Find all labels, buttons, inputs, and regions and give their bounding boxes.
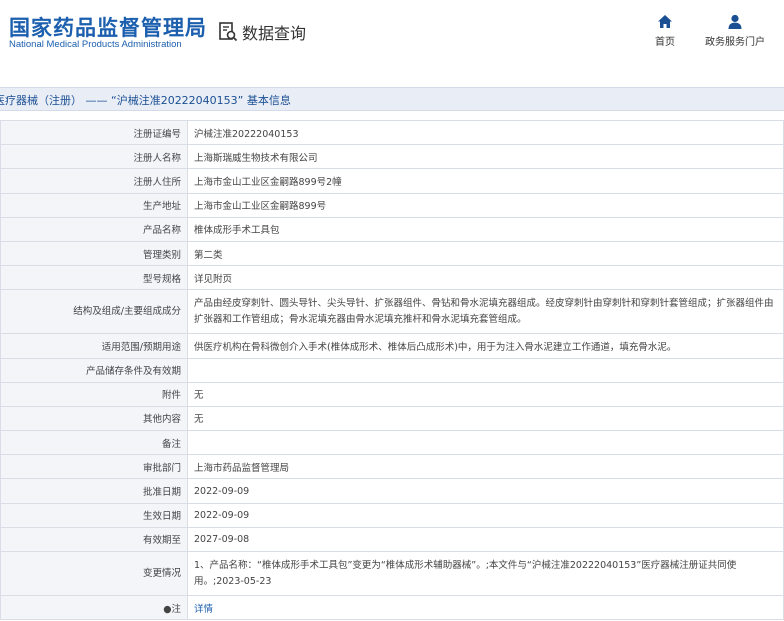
field-value: 第二类 — [187, 240, 784, 267]
field-value: 产品由经皮穿刺针、圆头导针、尖头导针、扩张器组件、骨钻和骨水泥填充器组成。经皮穿… — [187, 289, 784, 335]
field-value: 上海市药品监督管理局 — [187, 454, 784, 480]
field-value: 上海斯瑞威生物技术有限公司 — [187, 144, 784, 170]
table-row: 变更情况 1、产品名称：“椎体成形手术工具包”变更为“椎体成形术辅助器械”。;本文… — [0, 551, 784, 596]
field-label: 注册人住所 — [0, 168, 188, 194]
field-value: 2027-09-08 — [187, 526, 784, 553]
table-row: 注册人名称 上海斯瑞威生物技术有限公司 — [0, 144, 784, 170]
record-title-bar: 医疗器械（注册） —— “沪械注准20222040153” 基本信息 — [0, 87, 784, 111]
data-query-link[interactable]: 数据查询 — [218, 20, 306, 44]
table-row: 生效日期 2022-09-09 — [0, 502, 784, 528]
field-label: 批准日期 — [0, 478, 188, 504]
table-row: 附件无 — [0, 381, 784, 407]
field-label: 型号规格 — [0, 265, 188, 291]
field-label: 生效日期 — [0, 502, 188, 528]
nav-home-label: 首页 — [655, 37, 675, 48]
data-search-icon — [219, 22, 238, 42]
field-label: 附件 — [0, 381, 188, 407]
nav-gov-service-portal[interactable]: 政务服务门户 — [703, 14, 767, 48]
table-row: 型号规格 详见附页 — [0, 265, 784, 291]
table-row: 结构及组成/主要组成成分 产品由经皮穿刺针、圆头导针、尖头导针、扩张器组件、骨钻和… — [0, 289, 784, 335]
field-label: 适用范围/预期用途 — [0, 333, 188, 359]
nav-portal-label: 政务服务门户 — [705, 37, 765, 48]
table-row: 生产地址 上海市金山工业区金嗣路899号 — [0, 192, 784, 218]
field-value: 供医疗机构在骨科微创介入手术(椎体成形术、椎体后凸成形术)中，用于为注入骨水泥建… — [187, 333, 784, 359]
field-label: 审批部门 — [0, 454, 188, 480]
field-label: 产品储存条件及有效期 — [0, 357, 188, 383]
home-icon — [658, 15, 672, 28]
field-label: 生产地址 — [0, 192, 188, 218]
field-label: 注册人名称 — [0, 144, 188, 170]
data-query-label: 数据查询 — [242, 24, 307, 43]
table-row: 其他内容无 — [0, 405, 784, 432]
table-row: 审批部门 上海市药品监督管理局 — [0, 454, 784, 480]
table-row: 管理类别 第二类 — [0, 240, 784, 267]
field-value: 无 — [187, 381, 784, 407]
field-value: 2022-09-09 — [187, 478, 784, 504]
field-value: 上海市金山工业区金嗣路899号2幢 — [187, 168, 784, 194]
table-row: 适用范围/预期用途 供医疗机构在骨科微创介入手术(椎体成形术、椎体后凸成形术)中，… — [0, 333, 784, 359]
table-row: 批准日期 2022-09-09 — [0, 478, 784, 504]
field-label: 有效期至 — [0, 526, 188, 553]
site-header: 国家药品监督管理局 National Medical Products Admi… — [0, 0, 784, 66]
field-value: 2022-09-09 — [187, 502, 784, 528]
field-value: 上海市金山工业区金嗣路899号 — [187, 192, 784, 218]
registration-info-table: 注册证编号 沪械注准20222040153 注册人名称 上海斯瑞威生物技术有限公司 … — [0, 119, 784, 621]
site-logo-subtitle: National Medical Products Administration — [9, 39, 182, 50]
field-label: 备注 — [0, 430, 188, 456]
user-icon — [728, 14, 742, 29]
field-value — [187, 430, 784, 456]
nav-home[interactable]: 首页 — [650, 14, 680, 48]
record-title: 医疗器械（注册） —— “沪械注准20222040153” 基本信息 — [0, 94, 291, 107]
table-row: 产品储存条件及有效期 — [0, 357, 784, 383]
field-label: ●注 — [0, 594, 188, 621]
field-value: 详见附页 — [187, 265, 784, 291]
field-label: 结构及组成/主要组成成分 — [0, 289, 188, 335]
table-row: 注册人住所 上海市金山工业区金嗣路899号2幢 — [0, 168, 784, 194]
field-value: 无 — [187, 405, 784, 432]
table-row: 有效期至 2027-09-08 — [0, 526, 784, 553]
field-value: 椎体成形手术工具包 — [187, 216, 784, 242]
details-link[interactable]: 详情 — [194, 604, 213, 615]
field-value: 详情 — [187, 594, 784, 621]
field-label: 变更情况 — [0, 551, 188, 596]
field-value: 1、产品名称：“椎体成形手术工具包”变更为“椎体成形术辅助器械”。;本文件与“沪… — [187, 551, 784, 596]
table-row: 注册证编号 沪械注准20222040153 — [0, 119, 784, 146]
field-label: 注册证编号 — [0, 119, 188, 146]
field-label: 管理类别 — [0, 240, 188, 267]
table-row: 备注 — [0, 430, 784, 456]
site-logo-title[interactable]: 国家药品监督管理局 — [9, 12, 207, 42]
field-value: 沪械注准20222040153 — [187, 119, 784, 146]
field-label: 产品名称 — [0, 216, 188, 242]
field-label: 其他内容 — [0, 405, 188, 432]
field-value — [187, 357, 784, 383]
table-row: 产品名称 椎体成形手术工具包 — [0, 216, 784, 242]
table-row: ●注 详情 — [0, 594, 784, 621]
